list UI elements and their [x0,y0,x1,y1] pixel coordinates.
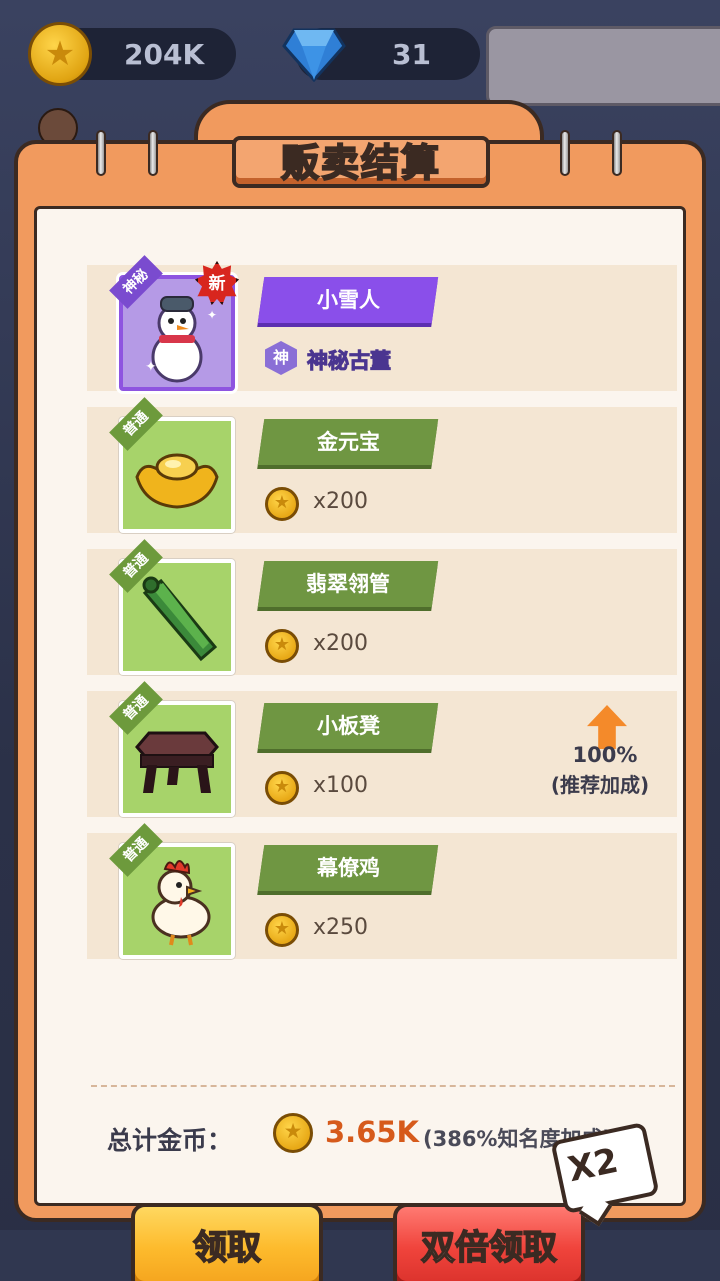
sell-settlement-dialog: 贩卖结算 ✦ ✦ 神秘 新 小雪人 神 神秘古董 普通 金元宝 ★ x200 普… [14,100,706,1281]
coin-icon [265,913,299,947]
dialog-paper: ✦ ✦ 神秘 新 小雪人 神 神秘古董 普通 金元宝 ★ x200 普通 翡翠翎… [34,206,686,1281]
dialog-title: 贩卖结算 [280,140,441,186]
item-row: 普通 金元宝 x200 [87,397,677,533]
item-name: 幕僚鸡 [316,856,380,880]
item-name-plate: 翡翠翎管 [257,561,439,607]
gold-coin-icon [28,22,92,86]
x2-label: X2 [564,1140,622,1191]
item-thumbnail: 普通 [109,539,235,675]
item-price: x200 [313,489,369,514]
divider [91,1085,675,1087]
item-row: 普通 翡翠翎管 x200 [87,539,677,675]
binder-ring-icon [148,130,158,176]
item-thumbnail: 普通 [109,823,235,959]
item-name-plate: 小雪人 [257,277,439,323]
item-row: ✦ ✦ 神秘 新 小雪人 神 神秘古董 [87,255,677,391]
coin-icon [265,771,299,805]
binder-ring-icon [612,130,622,176]
gem-amount: 31 [392,38,431,71]
coin-icon [273,1113,313,1153]
item-row: 普通 幕僚鸡 x250 [87,823,677,959]
binder-ring-icon [96,130,106,176]
item-row: 普通 小板凳 x100 100% (推荐加成) [87,681,677,817]
item-price: x200 [313,631,369,656]
bonus-label: (推荐加成) [550,773,650,797]
coin-icon [265,629,299,663]
rarity-label: 神秘古董 [307,349,392,374]
item-name: 小板凳 [316,714,380,738]
item-thumbnail: 普通 [109,681,235,817]
bottom-nav [0,1230,720,1281]
item-price: x100 [313,773,369,798]
gold-amount: 204K [124,38,205,71]
item-name: 小雪人 [316,288,380,312]
double-claim-button[interactable]: 双倍领取 [393,1203,585,1281]
item-name-plate: 小板凳 [257,703,439,749]
item-thumbnail: 普通 [109,397,235,533]
recommend-bonus: 100% (推荐加成) [535,705,675,815]
item-name-plate: 幕僚鸡 [257,845,439,891]
svg-text:✦: ✦ [207,308,217,322]
binder-ring-icon [560,130,570,176]
item-name-plate: 金元宝 [257,419,439,465]
rarity-hex-icon: 神 [265,341,297,375]
svg-text:✦: ✦ [145,359,157,375]
bonus-percent: 100% [572,743,638,767]
total-coins-value: 3.65K [325,1115,420,1149]
total-coins-label: 总计金币： [107,1126,233,1155]
top-resource-bar: 204K 31 [0,0,720,106]
item-name: 金元宝 [316,430,380,454]
item-price: x250 [313,915,369,940]
dialog-title-plate: 贩卖结算 [232,136,490,188]
item-name: 翡翠翎管 [306,572,390,596]
top-right-panel [486,26,720,106]
claim-button[interactable]: 领取 [131,1203,323,1281]
blue-gem-icon [282,28,346,82]
coin-icon [265,487,299,521]
